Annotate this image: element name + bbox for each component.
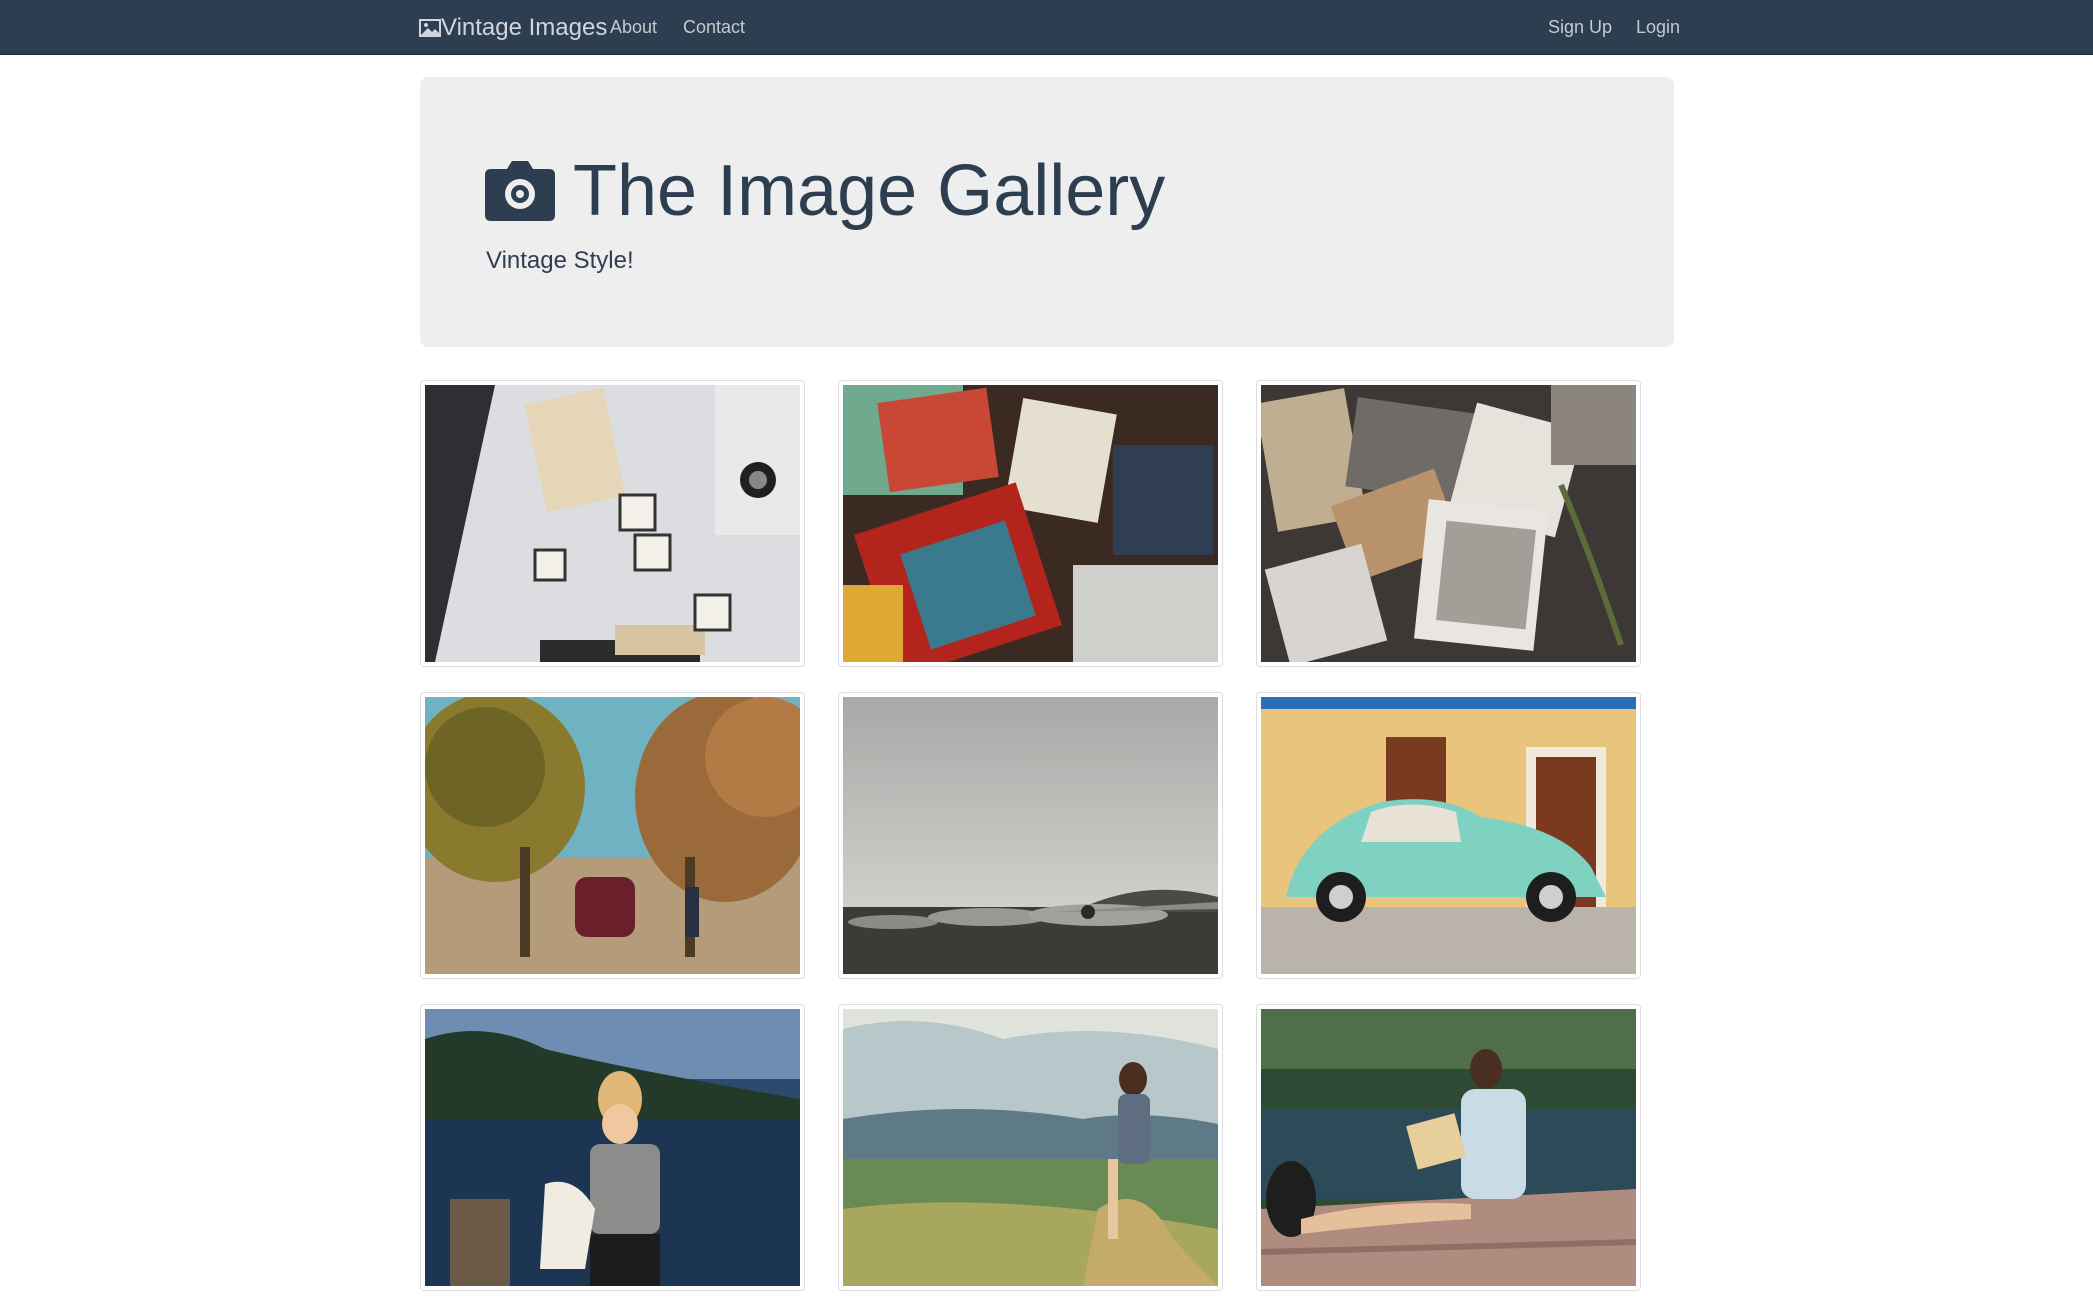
- page-title-text: The Image Gallery: [573, 151, 1166, 231]
- nav-signup-link[interactable]: Sign Up: [1548, 0, 1612, 55]
- gallery-thumbnail[interactable]: [1256, 380, 1641, 667]
- page-title: The Image Gallery: [485, 155, 1165, 227]
- gallery-thumbnail[interactable]: [838, 692, 1223, 979]
- gallery-thumbnail[interactable]: [420, 692, 805, 979]
- photo-old-airplanes: [843, 697, 1218, 974]
- photo-tree-lined-road-car: [425, 697, 800, 974]
- jumbotron: The Image Gallery Vintage Style!: [420, 77, 1674, 347]
- gallery-thumbnail[interactable]: [838, 1004, 1223, 1291]
- gallery-thumbnail[interactable]: [838, 380, 1223, 667]
- picture-icon: [419, 18, 441, 37]
- gallery-thumbnail[interactable]: [1256, 692, 1641, 979]
- photo-vintage-magazines: [843, 385, 1218, 662]
- photo-woman-by-lake: [425, 1009, 800, 1286]
- gallery-thumbnail[interactable]: [420, 1004, 805, 1291]
- brand-label: Vintage Images: [441, 13, 608, 41]
- nav-login-link[interactable]: Login: [1636, 0, 1680, 55]
- gallery-thumbnail[interactable]: [1256, 1004, 1641, 1291]
- photo-old-photographs: [1261, 385, 1636, 662]
- photo-woman-on-hill: [843, 1009, 1218, 1286]
- page-subtitle: Vintage Style!: [486, 247, 634, 274]
- nav-about-link[interactable]: About: [610, 0, 657, 55]
- gallery-thumbnail[interactable]: [420, 380, 805, 667]
- photo-woman-reading-dock: [1261, 1009, 1636, 1286]
- nav-contact-link[interactable]: Contact: [683, 0, 745, 55]
- camera-icon: [485, 161, 555, 221]
- photo-vintage-beetle-car: [1261, 697, 1636, 974]
- navbar: Vintage Images About Contact Sign Up Log…: [0, 0, 2093, 55]
- brand-link[interactable]: Vintage Images: [419, 0, 607, 55]
- photo-slides-projector: [425, 385, 800, 662]
